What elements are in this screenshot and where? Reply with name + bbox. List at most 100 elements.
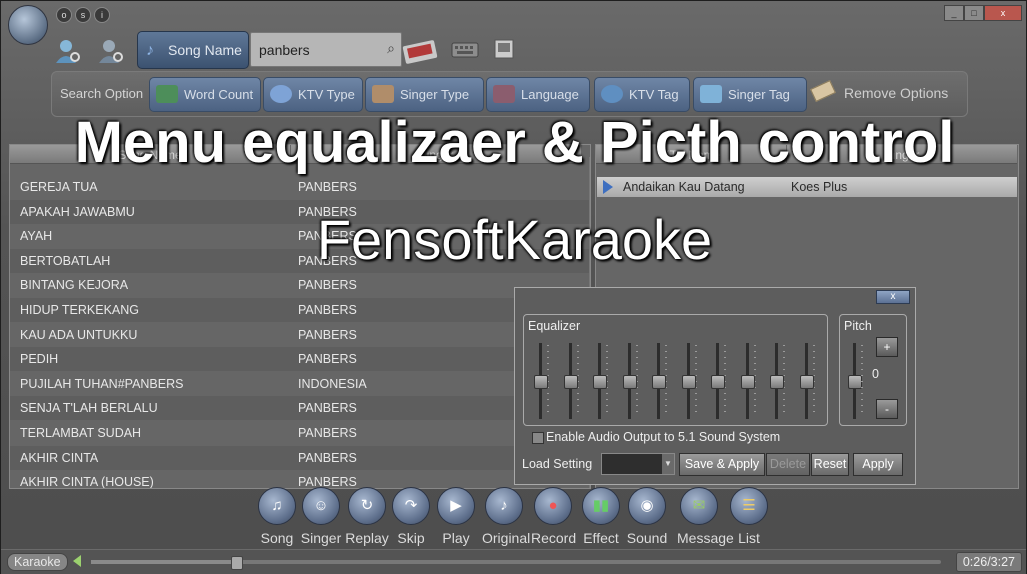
song-name-cell: SENJA T'LAH BERLALU — [20, 401, 158, 416]
table-row[interactable]: AKHIR CINTA PANBERS — [10, 445, 590, 470]
eq-band-slider[interactable] — [593, 343, 608, 419]
table-row[interactable]: KAU ADA UNTUKKU PANBERS — [10, 323, 590, 347]
eq-band-slider[interactable] — [622, 343, 638, 419]
volume-icon[interactable] — [73, 555, 81, 567]
table-row[interactable]: TERLAMBAT SUDAH PANBERS — [10, 421, 590, 445]
apply-button[interactable]: Apply — [853, 453, 903, 476]
eq-slider-knob[interactable] — [711, 375, 725, 389]
eq-band-slider[interactable] — [770, 343, 785, 419]
eq-band-slider[interactable] — [534, 343, 549, 419]
control-singer[interactable]: ☺ Singer — [299, 487, 343, 546]
picture-icon[interactable] — [492, 37, 518, 63]
search-icon[interactable]: ⌕ — [387, 40, 395, 57]
option-singer-tag[interactable]: Singer Tag — [693, 77, 807, 112]
option-language[interactable]: Language — [486, 77, 590, 112]
info-mini-button[interactable]: i — [94, 7, 110, 23]
music-note-icon: ♪ — [146, 42, 154, 59]
close-button[interactable]: x — [984, 5, 1022, 21]
overlay-subtitle: FensoftKaraoke — [316, 208, 713, 271]
control-list[interactable]: ☰ List — [727, 487, 771, 546]
app-logo-icon[interactable] — [8, 5, 48, 45]
control-replay[interactable]: ↻ Replay — [345, 487, 389, 546]
option-ktv-tag[interactable]: KTV Tag — [594, 77, 690, 112]
save-apply-button[interactable]: Save & Apply — [679, 453, 765, 476]
pitch-up-button[interactable]: + — [876, 337, 898, 357]
eq-band-slider[interactable] — [652, 343, 667, 419]
pitch-down-button[interactable]: - — [876, 399, 898, 419]
eq-slider-knob[interactable] — [799, 375, 814, 389]
tab-song-name[interactable]: ♪ Song Name — [137, 31, 249, 69]
control-original[interactable]: ♪ Original — [482, 487, 530, 546]
control-song[interactable]: ♫ Song — [255, 487, 299, 546]
handwriting-pad-icon[interactable] — [402, 37, 442, 65]
surround-checkbox-label: Enable Audio Output to 5.1 Sound System — [546, 430, 781, 444]
eq-band-slider[interactable] — [740, 343, 756, 419]
option-word-count[interactable]: Word Count — [149, 77, 261, 112]
user-search-icon[interactable] — [54, 37, 82, 65]
control-bar: ♫ Song ☺ Singer ↻ Replay ↷ Skip ▶ Play ♪ Origi… — [1, 487, 1026, 547]
eq-band-slider[interactable] — [563, 343, 579, 419]
eq-slider-knob[interactable] — [534, 375, 548, 389]
table-row[interactable]: HIDUP TERKEKANG PANBERS — [10, 298, 590, 322]
disc-icon — [270, 85, 292, 103]
table-row[interactable]: GEREJA TUA PANBERS — [10, 175, 590, 199]
song-name-cell: GEREJA TUA — [20, 180, 98, 194]
original-icon: ♪ — [500, 497, 508, 514]
keyboard-icon[interactable] — [450, 37, 480, 61]
chevron-down-icon[interactable]: ▼ — [662, 454, 674, 474]
record-icon: ● — [548, 497, 558, 514]
pitch-slider[interactable] — [848, 343, 863, 419]
playlist-row[interactable]: Andaikan Kau Datang Koes Plus — [597, 177, 1017, 197]
search-input[interactable] — [257, 39, 381, 61]
table-row[interactable]: PEDIH PANBERS — [10, 347, 590, 372]
eq-band-slider[interactable] — [799, 343, 815, 419]
eq-band-slider[interactable] — [681, 343, 697, 419]
singer-icon: ☺ — [313, 497, 329, 514]
eq-slider-knob[interactable] — [622, 375, 637, 389]
settings-mini-button[interactable]: s — [75, 7, 91, 23]
dialog-close-button[interactable]: x — [876, 290, 910, 304]
pitch-slider-knob[interactable] — [848, 375, 862, 389]
control-play[interactable]: ▶ Play — [434, 487, 478, 546]
song-icon: ♫ — [271, 497, 283, 514]
control-message[interactable]: ✉ Message — [677, 487, 734, 546]
minimize-button[interactable]: _ — [944, 5, 964, 21]
eq-band-slider[interactable] — [711, 343, 726, 419]
equalizer-dialog: x Equalizer Pitch + 0 - Enable Audio Out… — [514, 287, 916, 485]
table-row[interactable]: BINTANG KEJORA PANBERS — [10, 273, 590, 297]
progress-handle[interactable] — [230, 556, 243, 570]
eq-slider-knob[interactable] — [740, 375, 755, 389]
numbers-icon — [156, 85, 178, 103]
eq-slider-knob[interactable] — [770, 375, 784, 389]
pitch-title: Pitch — [844, 319, 872, 333]
eq-slider-knob[interactable] — [593, 375, 607, 389]
delete-button[interactable]: Delete — [766, 453, 810, 476]
song-list-panel: Song Name Singer GEREJA TUA PANBERS APAKAH… — [9, 144, 591, 489]
singer-cell: PANBERS — [298, 450, 357, 465]
option-mini-button[interactable]: o — [56, 7, 72, 23]
control-skip[interactable]: ↷ Skip — [389, 487, 433, 546]
singer-cell: PANBERS — [298, 180, 357, 194]
globe-icon — [601, 85, 623, 103]
eq-slider-knob[interactable] — [681, 375, 696, 389]
eq-slider-knob[interactable] — [652, 375, 666, 389]
maximize-button[interactable]: □ — [964, 5, 984, 21]
karaoke-mode-button[interactable]: Karaoke — [7, 553, 68, 571]
control-sound[interactable]: ◉ Sound — [625, 487, 669, 546]
table-row[interactable]: PUJILAH TUHAN#PANBERS INDONESIA — [10, 372, 590, 396]
reset-button[interactable]: Reset — [811, 453, 849, 476]
table-row[interactable]: SENJA T'LAH BERLALU PANBERS — [10, 396, 590, 421]
remove-options-button[interactable]: Remove Options — [810, 80, 948, 102]
eq-slider-knob[interactable] — [563, 375, 578, 389]
app-window: o s i _ □ x ♪Song Name ⌕ Search Option — [0, 0, 1027, 574]
surround-checkbox[interactable] — [532, 432, 544, 444]
load-setting-select[interactable]: ▼ — [601, 453, 675, 475]
progress-bar[interactable] — [91, 556, 941, 570]
option-singer-type[interactable]: Singer Type — [365, 77, 484, 112]
option-ktv-type[interactable]: KTV Type — [263, 77, 363, 112]
singer-search-icon[interactable] — [97, 37, 125, 65]
control-record[interactable]: ● Record — [531, 487, 576, 546]
control-effect[interactable]: ▮▮ Effect — [579, 487, 623, 546]
list-icon: ☰ — [742, 497, 756, 514]
search-option-label: Search Option — [60, 86, 144, 101]
